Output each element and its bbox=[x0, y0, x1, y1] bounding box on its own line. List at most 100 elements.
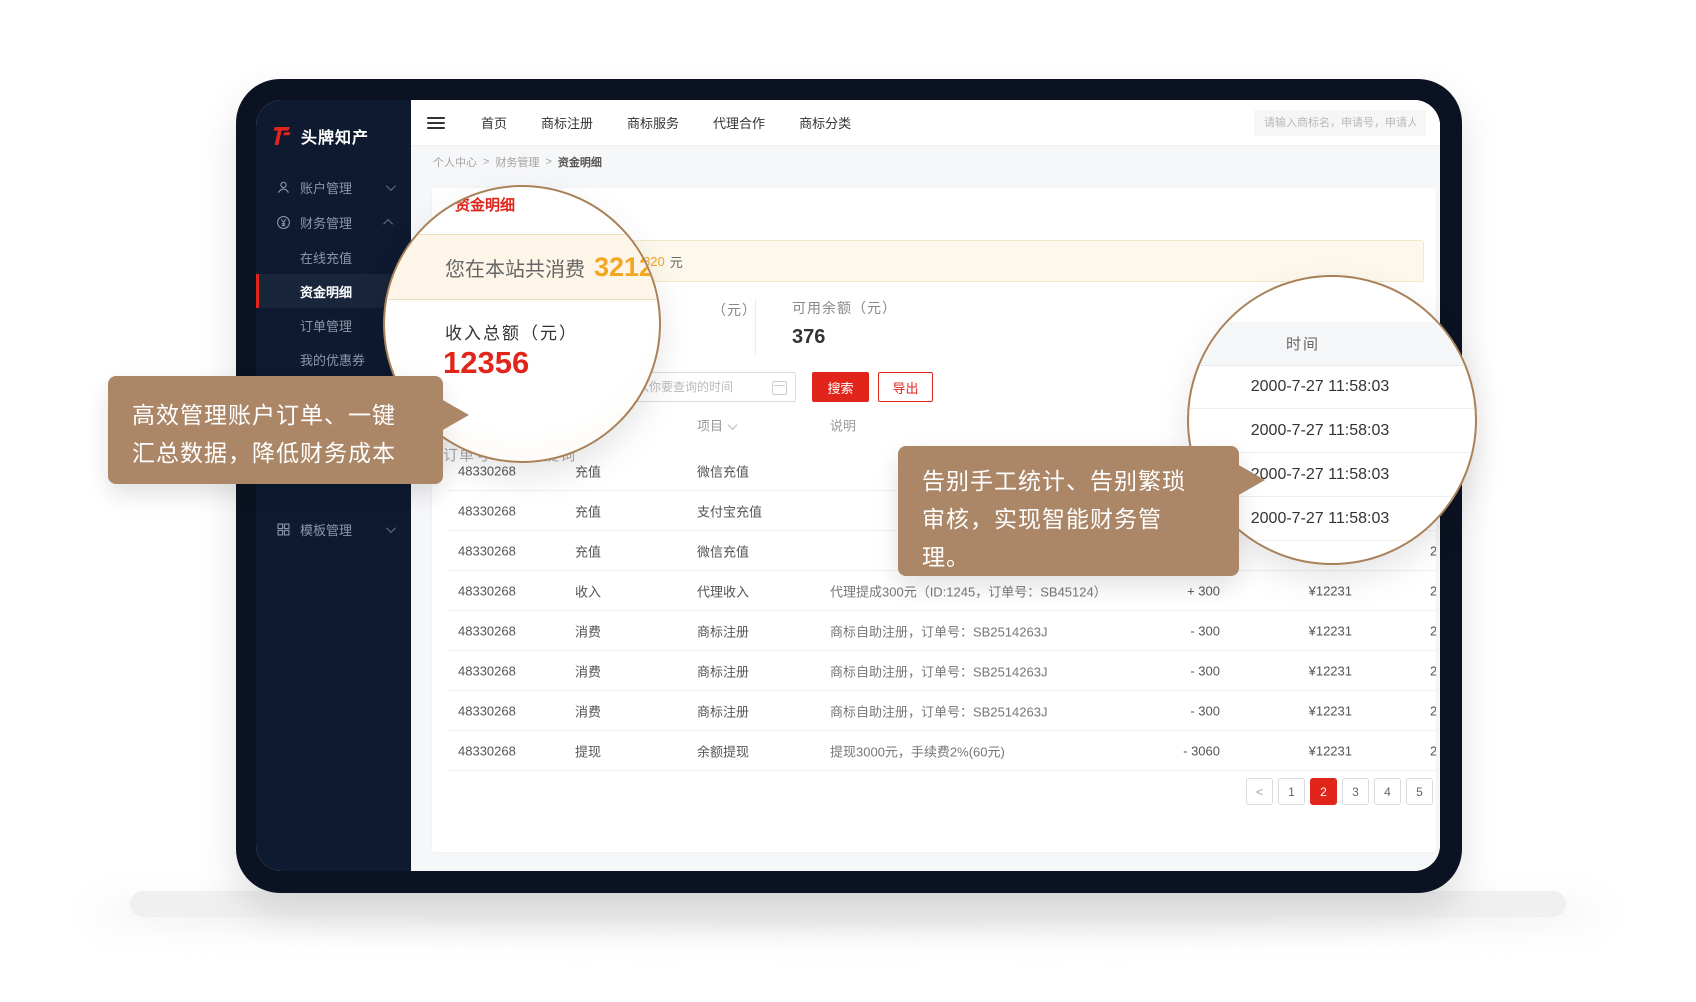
export-button[interactable]: 导出 bbox=[878, 372, 933, 402]
table-cell: 48330268 bbox=[458, 463, 578, 478]
callout-left-line: 高效管理账户订单、一键 bbox=[132, 396, 443, 434]
page-button[interactable]: 5 bbox=[1406, 778, 1433, 805]
calendar-icon[interactable] bbox=[772, 381, 787, 395]
table-cell: - 300 bbox=[1160, 663, 1220, 678]
table-cell: 2000-7-27 11:58:03 bbox=[1430, 583, 1436, 598]
callout-right: 告别手工统计、告别繁琐 审核，实现智能财务管 理。 bbox=[898, 446, 1239, 576]
stat-balance-label: 可用余额（元） bbox=[792, 298, 897, 318]
sort-caret-icon bbox=[728, 420, 738, 430]
search-input[interactable] bbox=[1254, 110, 1426, 136]
sidebar-item-label: 我的优惠券 bbox=[300, 350, 365, 369]
page-background: 头牌知产 账户管理财务管理在线充值资金明细订单管理我的优惠券我的发票模板管理 首… bbox=[0, 0, 1696, 1002]
callout-right-line: 理。 bbox=[922, 538, 1239, 576]
table-cell: 2000-7-27 11:58:03 bbox=[1430, 703, 1436, 718]
table-cell: 收入 bbox=[575, 581, 601, 600]
callout-left: 高效管理账户订单、一键 汇总数据，降低财务成本 bbox=[108, 376, 443, 484]
page-button[interactable]: 3 bbox=[1342, 778, 1369, 805]
table-cell: 48330268 bbox=[458, 703, 578, 718]
sidebar-item-label: 财务管理 bbox=[300, 213, 352, 232]
nav-item[interactable]: 首页 bbox=[481, 113, 507, 132]
table-cell: 48330268 bbox=[458, 583, 578, 598]
search-button[interactable]: 搜索 bbox=[812, 372, 869, 402]
tab-funds-detail[interactable]: 资金明细 bbox=[455, 194, 515, 215]
logo[interactable]: 头牌知产 bbox=[256, 100, 411, 156]
banner-unit: 元 bbox=[670, 252, 683, 271]
magnified-time-cell: 2000-7-27 11:58:03 bbox=[1189, 365, 1475, 409]
finance-icon bbox=[276, 215, 291, 230]
table-row: 48330268消费商标注册商标自助注册，订单号：SB2514263J- 300… bbox=[448, 611, 1436, 651]
top-navigation: 首页 商标注册 商标服务 代理合作 商标分类 bbox=[481, 113, 851, 132]
table-cell: 充值 bbox=[575, 541, 601, 560]
table-cell: ¥12231 bbox=[1268, 663, 1352, 678]
magnified-banner-prefix: 您在本站共消费 bbox=[445, 253, 585, 282]
table-cell: 充值 bbox=[575, 501, 601, 520]
pagination: <12345 bbox=[1246, 778, 1433, 805]
magnified-tabs: 资金明细 明细 bbox=[455, 194, 628, 215]
tab-fragment[interactable]: 明细 bbox=[598, 194, 628, 215]
table-cell: 2000-7-27 11:58:03 bbox=[1430, 663, 1436, 678]
page-button[interactable]: 2 bbox=[1310, 778, 1337, 805]
sidebar-item-label: 订单管理 bbox=[300, 316, 352, 335]
table-cell: 商标自助注册，订单号：SB2514263J bbox=[830, 701, 1160, 720]
page-button[interactable]: 1 bbox=[1278, 778, 1305, 805]
table-cell: 48330268 bbox=[458, 743, 578, 758]
column-header-project-label: 项目 bbox=[697, 419, 723, 434]
table-row: 48330268消费商标注册商标自助注册，订单号：SB2514263J- 300… bbox=[448, 651, 1436, 691]
sidebar-item[interactable]: 账户管理 bbox=[256, 170, 411, 205]
chevron-up-icon bbox=[383, 219, 393, 229]
breadcrumb-separator: > bbox=[483, 156, 489, 168]
table-row: 48330268提现余额提现提现3000元，手续费2%(60元)- 3060¥1… bbox=[448, 731, 1436, 771]
nav-item[interactable]: 商标注册 bbox=[541, 113, 593, 132]
table-cell: 48330268 bbox=[458, 543, 578, 558]
nav-item[interactable]: 商标分类 bbox=[799, 113, 851, 132]
stat-expense: （元） bbox=[712, 300, 757, 320]
table-cell: 余额提现 bbox=[697, 741, 749, 760]
nav-item[interactable]: 商标服务 bbox=[627, 113, 679, 132]
hamburger-icon[interactable] bbox=[427, 117, 445, 129]
table-cell: ¥12231 bbox=[1268, 623, 1352, 638]
table-cell: 2000-7-27 11:58:03 bbox=[1430, 743, 1436, 758]
breadcrumb-item[interactable]: 财务管理 bbox=[495, 154, 539, 170]
stat-balance-value: 376 bbox=[792, 326, 897, 349]
breadcrumb-separator: > bbox=[545, 156, 551, 168]
table-cell: ¥12231 bbox=[1268, 743, 1352, 758]
table-cell: 代理提成300元（ID:1245，订单号：SB45124） bbox=[830, 581, 1160, 600]
table-cell: 微信充值 bbox=[697, 461, 749, 480]
sidebar-item[interactable]: 模板管理 bbox=[256, 512, 411, 547]
table-cell: 消费 bbox=[575, 701, 601, 720]
stat-expense-label: （元） bbox=[712, 300, 757, 320]
magnified-income-label: 收入总额（元） bbox=[445, 319, 578, 344]
breadcrumb-item[interactable]: 资金明细 bbox=[558, 154, 602, 170]
table-cell: 支付宝充值 bbox=[697, 501, 762, 520]
table-cell: 商标注册 bbox=[697, 701, 749, 720]
chevron-down-icon bbox=[386, 523, 396, 533]
table-cell: ¥12231 bbox=[1268, 583, 1352, 598]
magnified-income-value: 12356 bbox=[443, 345, 529, 381]
table-cell: 48330268 bbox=[458, 503, 578, 518]
callout-right-line: 告别手工统计、告别繁琐 bbox=[922, 462, 1239, 500]
sidebar-item-label: 资金明细 bbox=[300, 282, 352, 301]
breadcrumb-item[interactable]: 个人中心 bbox=[433, 154, 477, 170]
callout-left-line: 汇总数据，降低财务成本 bbox=[132, 434, 443, 472]
table-cell: 消费 bbox=[575, 661, 601, 680]
table-row: 48330268收入代理收入代理提成300元（ID:1245，订单号：SB451… bbox=[448, 571, 1436, 611]
table-row: 48330268消费商标注册商标自助注册，订单号：SB2514263J- 300… bbox=[448, 691, 1436, 731]
nav-item[interactable]: 代理合作 bbox=[713, 113, 765, 132]
table-cell: 2000-7-27 11:58:03 bbox=[1430, 543, 1436, 558]
prev-page-button[interactable]: < bbox=[1246, 778, 1273, 805]
sidebar-item-label: 模板管理 bbox=[300, 520, 352, 539]
user-icon bbox=[276, 180, 291, 195]
column-header-project[interactable]: 项目 bbox=[697, 416, 736, 435]
template-icon bbox=[276, 522, 291, 537]
table-cell: + 300 bbox=[1160, 583, 1220, 598]
page-button[interactable]: 4 bbox=[1374, 778, 1401, 805]
callout-right-line: 审核，实现智能财务管 bbox=[922, 500, 1239, 538]
logo-icon bbox=[272, 126, 294, 146]
table-cell: ¥12231 bbox=[1268, 703, 1352, 718]
table-cell: 提现 bbox=[575, 741, 601, 760]
table-cell: 商标自助注册，订单号：SB2514263J bbox=[830, 621, 1160, 640]
topbar: 首页 商标注册 商标服务 代理合作 商标分类 bbox=[411, 100, 1440, 146]
chevron-down-icon bbox=[386, 181, 396, 191]
magnified-banner-amount: 32124 bbox=[594, 252, 661, 283]
table-cell: 48330268 bbox=[458, 663, 578, 678]
